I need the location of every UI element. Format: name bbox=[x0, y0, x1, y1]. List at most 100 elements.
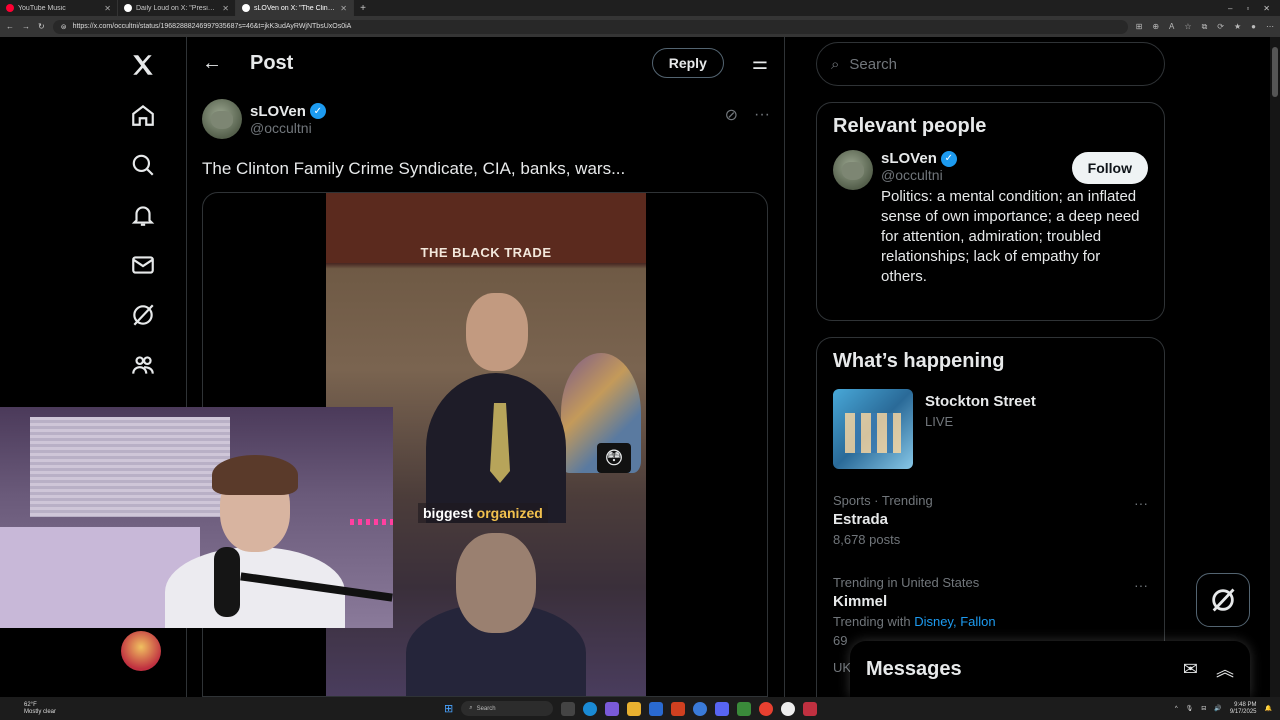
sliders-icon[interactable]: ⚌ bbox=[752, 53, 768, 74]
person-name[interactable]: sLOVen bbox=[881, 150, 937, 167]
trend-link-fallon[interactable]: Fallon bbox=[960, 614, 995, 629]
post-text: The Clinton Family Crime Syndicate, CIA,… bbox=[202, 159, 626, 178]
live-event-title: Stockton Street bbox=[925, 393, 1036, 410]
new-tab-button[interactable]: + bbox=[354, 0, 372, 16]
tab-label: Daily Loud on X: "President Trump bbox=[136, 4, 219, 12]
author-handle[interactable]: @occultni bbox=[250, 120, 326, 136]
zoom-icon[interactable]: ⊕ bbox=[1152, 22, 1159, 31]
notifications-bell-icon[interactable] bbox=[123, 195, 163, 235]
forward-arrow-icon[interactable]: → bbox=[22, 22, 30, 31]
trend-item[interactable]: Sports · Trending Estrada 8,678 posts ··… bbox=[817, 483, 1164, 557]
avatar[interactable] bbox=[202, 99, 242, 139]
address-bar[interactable]: ⊜ https://x.com/occultni/status/19682888… bbox=[52, 19, 1128, 34]
close-icon[interactable]: ✕ bbox=[340, 4, 347, 13]
x-logo-icon[interactable] bbox=[123, 45, 163, 85]
divider bbox=[784, 37, 785, 697]
discord-icon[interactable] bbox=[715, 701, 730, 716]
more-options-icon[interactable]: ··· bbox=[754, 106, 770, 124]
tab-sloven-post[interactable]: sLOVen on X: "The Clinton Family ✕ bbox=[236, 0, 354, 16]
weather-widget[interactable]: 62°F Mostly clear bbox=[0, 702, 120, 716]
taskbar-clock[interactable]: 9:48 PM 9/17/2025 bbox=[1230, 702, 1257, 716]
task-view-icon[interactable] bbox=[561, 701, 576, 716]
site-info-icon[interactable]: ⊜ bbox=[61, 23, 67, 31]
live-event-thumbnail[interactable] bbox=[833, 389, 913, 469]
grok-floating-button[interactable] bbox=[1196, 573, 1250, 627]
caption-word: biggest bbox=[423, 505, 473, 521]
translate-icon[interactable]: ⊞ bbox=[1136, 22, 1143, 31]
messages-drawer[interactable]: Messages ✉ ︽ bbox=[850, 641, 1250, 697]
copilot-icon[interactable] bbox=[605, 701, 620, 716]
page-title: Post bbox=[250, 51, 294, 74]
more-options-icon[interactable]: ··· bbox=[1134, 577, 1148, 593]
read-aloud-icon[interactable]: A bbox=[1169, 22, 1174, 31]
trend-meta: Sports · Trending bbox=[833, 493, 933, 508]
more-menu-icon[interactable]: ⋯ bbox=[1266, 22, 1274, 31]
windows-start-icon[interactable]: ⊞ bbox=[444, 702, 453, 715]
more-options-icon[interactable]: ··· bbox=[1134, 495, 1148, 511]
minimize-button[interactable]: – bbox=[1228, 4, 1232, 13]
favorites-icon[interactable]: ★ bbox=[1234, 22, 1241, 31]
page-scrollbar[interactable] bbox=[1270, 37, 1280, 697]
microphone-icon[interactable]: 🎙 bbox=[1186, 705, 1194, 712]
app-icon[interactable] bbox=[803, 701, 818, 716]
search-icon[interactable] bbox=[123, 145, 163, 185]
trend-link-disney[interactable]: Disney bbox=[914, 614, 953, 629]
live-event[interactable]: Stockton Street LIVE bbox=[817, 385, 1164, 483]
new-message-icon[interactable]: ✉ bbox=[1183, 659, 1198, 680]
extensions-icon[interactable]: ⧉ bbox=[1202, 22, 1208, 32]
live-badge: LIVE bbox=[925, 414, 954, 429]
network-icon[interactable]: ⊟ bbox=[1201, 705, 1206, 712]
tab-label: sLOVen on X: "The Clinton Family bbox=[254, 4, 337, 12]
messages-title: Messages bbox=[866, 657, 962, 680]
close-window-button[interactable]: ✕ bbox=[1263, 4, 1270, 13]
trend-related: Trending with Disney, Fallon bbox=[833, 614, 1148, 629]
grok-icon[interactable]: ⊘ bbox=[725, 105, 738, 125]
refresh-icon[interactable]: ⟳ bbox=[1217, 22, 1224, 31]
post-header-actions: ⊘ ··· bbox=[725, 105, 770, 125]
verified-badge-icon: ✓ bbox=[940, 150, 957, 167]
profile-avatar[interactable]: ● bbox=[1251, 22, 1256, 31]
tray-chevron-icon[interactable]: ^ bbox=[1175, 706, 1178, 712]
home-icon[interactable] bbox=[123, 95, 163, 135]
volume-icon[interactable]: 🔊 bbox=[1214, 705, 1221, 712]
notifications-icon[interactable]: 🔔 bbox=[1265, 705, 1272, 712]
author-name[interactable]: sLOVen bbox=[250, 103, 306, 120]
avatar[interactable] bbox=[833, 150, 873, 190]
search-box[interactable]: ⌕ bbox=[816, 42, 1165, 86]
account-avatar[interactable] bbox=[121, 631, 161, 671]
reply-button[interactable]: Reply bbox=[651, 48, 724, 78]
expand-chevron-icon[interactable]: ︽ bbox=[1216, 656, 1234, 682]
trend-meta: Trending in United States bbox=[833, 575, 980, 590]
relevant-person[interactable]: sLOVen ✓ @occultni Follow Politics: a me… bbox=[817, 150, 1164, 299]
close-icon[interactable]: ✕ bbox=[104, 4, 111, 13]
grok-icon[interactable] bbox=[123, 295, 163, 335]
webcam-person bbox=[212, 455, 298, 495]
maximize-button[interactable]: ▫ bbox=[1246, 4, 1249, 13]
mail-icon[interactable] bbox=[123, 245, 163, 285]
file-explorer-icon[interactable] bbox=[627, 701, 642, 716]
reload-icon[interactable]: ↻ bbox=[38, 22, 45, 31]
app-icon[interactable] bbox=[693, 701, 708, 716]
scrollbar-thumb[interactable] bbox=[1272, 47, 1278, 97]
close-icon[interactable]: ✕ bbox=[222, 4, 229, 13]
communities-icon[interactable] bbox=[123, 345, 163, 385]
taskbar-search[interactable]: ⌕ Search bbox=[461, 701, 554, 716]
tab-youtube-music[interactable]: YouTube Music ✕ bbox=[0, 0, 118, 16]
minecraft-icon[interactable] bbox=[737, 701, 752, 716]
clock-time: 9:48 PM bbox=[1234, 701, 1257, 708]
obs-icon[interactable] bbox=[781, 701, 796, 716]
system-tray: ^ 🎙 ⊟ 🔊 9:48 PM 9/17/2025 🔔 bbox=[1175, 702, 1272, 716]
favorite-star-icon[interactable]: ☆ bbox=[1184, 22, 1191, 31]
youtube-music-icon bbox=[6, 4, 14, 12]
back-arrow-icon[interactable]: ← bbox=[202, 52, 222, 75]
search-input[interactable] bbox=[849, 55, 1130, 73]
search-icon: ⌕ bbox=[831, 55, 840, 73]
trend-link-separator: , bbox=[952, 614, 957, 629]
tab-daily-loud[interactable]: Daily Loud on X: "President Trump ✕ bbox=[118, 0, 236, 16]
brave-icon[interactable] bbox=[671, 701, 686, 716]
chrome-icon[interactable] bbox=[759, 701, 774, 716]
edge-icon[interactable] bbox=[583, 701, 598, 716]
store-icon[interactable] bbox=[649, 701, 664, 716]
back-arrow-icon[interactable]: ← bbox=[6, 22, 14, 31]
follow-button[interactable]: Follow bbox=[1071, 152, 1148, 184]
